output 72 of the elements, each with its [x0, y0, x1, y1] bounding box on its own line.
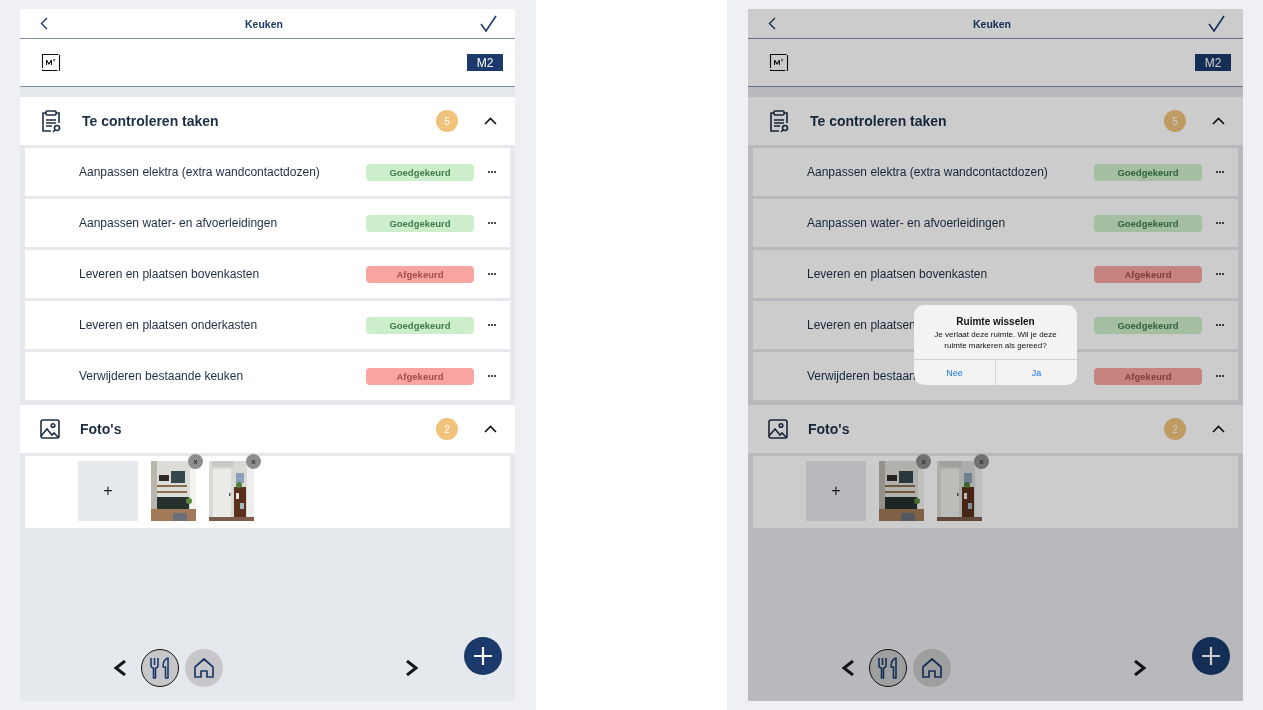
check-icon[interactable] — [480, 15, 497, 32]
section-title: Foto's — [808, 421, 851, 437]
add-button[interactable] — [1192, 637, 1230, 675]
add-button[interactable] — [464, 637, 502, 675]
count-badge: 2 — [436, 418, 458, 440]
remove-photo-button[interactable]: x — [188, 454, 203, 469]
remove-photo-button[interactable]: x — [246, 454, 261, 469]
task-label: Verwijderen bestaan — [807, 369, 916, 383]
remove-photo-button[interactable]: x — [916, 454, 931, 469]
dialog-button[interactable]: Ja — [995, 360, 1077, 385]
plus-icon — [473, 646, 493, 666]
task-label: Aanpassen water- en afvoerleidingen — [807, 216, 1006, 230]
area-icon — [769, 53, 789, 72]
next-icon[interactable] — [1133, 659, 1147, 677]
clipboard-icon — [768, 109, 790, 133]
section-title: Te controleren taken — [82, 113, 220, 129]
home-icon — [193, 657, 215, 679]
room-button[interactable] — [141, 649, 179, 687]
count-badge: 2 — [1164, 418, 1186, 440]
remove-photo-button[interactable]: x — [974, 454, 989, 469]
count-badge: 5 — [436, 110, 458, 132]
image-icon — [768, 419, 788, 439]
chevron-up-icon[interactable] — [1212, 117, 1225, 125]
previous-icon[interactable] — [841, 659, 855, 677]
task-label: Leveren en plaatsen bovenkasten — [807, 267, 988, 281]
task-label: Leveren en plaatsen — [807, 318, 916, 332]
dialog-title: Ruimte wisselen — [955, 315, 1036, 329]
next-icon[interactable] — [405, 659, 419, 677]
status-badge: Goedgekeurd — [366, 316, 474, 334]
chevron-up-icon[interactable] — [484, 425, 497, 433]
status-badge: Afgekeurd — [366, 367, 474, 385]
home-icon — [921, 657, 943, 679]
task-label: Aanpassen elektra (extra wandcontactdozen) — [79, 165, 320, 179]
task-label: Leveren en plaatsen onderkasten — [79, 318, 258, 332]
cutlery-icon — [877, 656, 899, 680]
status-badge: Goedgekeurd — [1094, 316, 1202, 334]
chevron-up-icon[interactable] — [1212, 425, 1225, 433]
screen-title: Keuken — [973, 17, 1011, 30]
dialog-button[interactable]: Nee — [914, 360, 995, 385]
status-badge: Afgekeurd — [1094, 265, 1202, 283]
back-icon[interactable] — [40, 17, 48, 30]
area-icon — [41, 53, 61, 72]
check-icon[interactable] — [1208, 15, 1225, 32]
cutlery-icon — [149, 656, 171, 680]
room-button[interactable] — [869, 649, 907, 687]
add-photo-button[interactable]: + — [78, 461, 138, 521]
dialog-message: Je verlaat deze ruimte. Wil je deze ruimte markeren als gereed? — [933, 329, 1058, 352]
status-badge: Goedgekeurd — [1094, 163, 1202, 181]
status-badge: Goedgekeurd — [366, 214, 474, 232]
add-photo-button[interactable]: + — [806, 461, 866, 521]
room-button[interactable] — [913, 649, 951, 687]
plus-icon — [1201, 646, 1221, 666]
unit-badge[interactable]: M2 — [1195, 54, 1231, 71]
section-title: Foto's — [80, 421, 123, 437]
section-title: Te controleren taken — [810, 113, 948, 129]
task-label: Verwijderen bestaande keuken — [79, 369, 244, 383]
task-label: Aanpassen elektra (extra wandcontactdozen) — [807, 165, 1048, 179]
screen-title: Keuken — [245, 17, 283, 30]
image-icon — [40, 419, 60, 439]
status-badge: Goedgekeurd — [366, 163, 474, 181]
count-badge: 5 — [1164, 110, 1186, 132]
status-badge: Afgekeurd — [1094, 367, 1202, 385]
task-label: Leveren en plaatsen bovenkasten — [79, 267, 260, 281]
chevron-up-icon[interactable] — [484, 117, 497, 125]
status-badge: Afgekeurd — [366, 265, 474, 283]
unit-badge[interactable]: M2 — [467, 54, 503, 71]
clipboard-icon — [40, 109, 62, 133]
previous-icon[interactable] — [113, 659, 127, 677]
task-label: Aanpassen water- en afvoerleidingen — [79, 216, 278, 230]
status-badge: Goedgekeurd — [1094, 214, 1202, 232]
back-icon[interactable] — [768, 17, 776, 30]
room-button[interactable] — [185, 649, 223, 687]
